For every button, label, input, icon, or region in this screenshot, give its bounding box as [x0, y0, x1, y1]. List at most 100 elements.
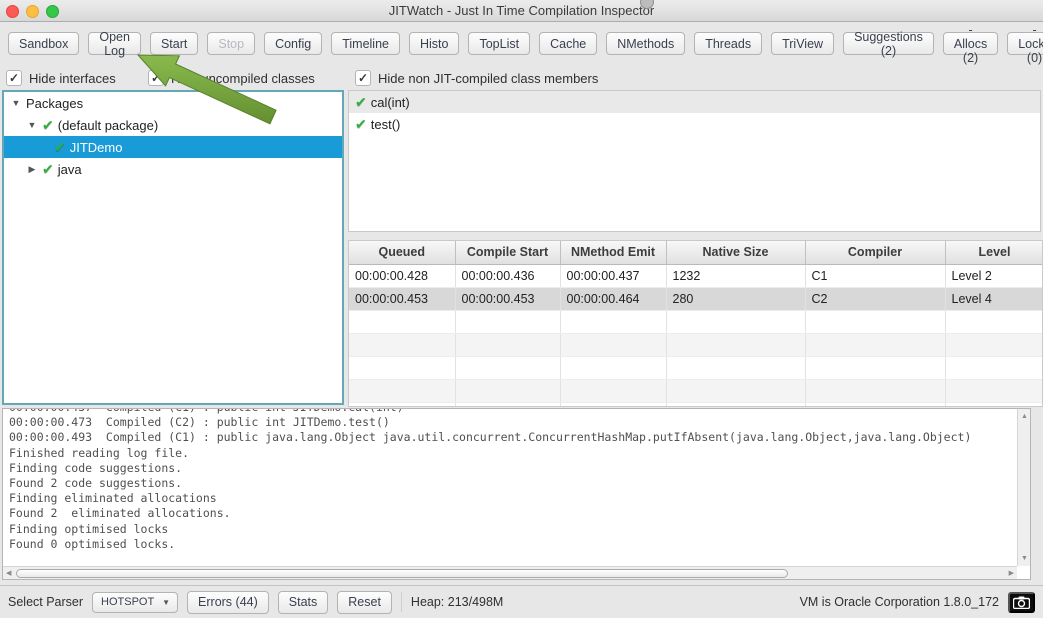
tree-item-label: java — [58, 162, 82, 177]
cell-nmethod-emit: 00:00:00.464 — [560, 287, 666, 310]
column-header-native-size[interactable]: Native Size — [666, 241, 805, 264]
hide-uncompiled-checkbox[interactable]: ✓ Hide uncompiled classes — [148, 69, 315, 87]
parser-selected-value: HOTSPOT — [101, 596, 154, 608]
member-item-test[interactable]: ✔ test() — [349, 113, 1040, 135]
log-line: Finished reading log file. — [9, 446, 1016, 461]
camera-icon — [1013, 596, 1030, 609]
member-item-label: test() — [371, 117, 401, 132]
cell-native-size: 1232 — [666, 264, 805, 287]
stats-button[interactable]: Stats — [278, 591, 329, 614]
parser-select[interactable]: HOTSPOT ▼ — [92, 592, 178, 613]
cell-queued: 00:00:00.453 — [349, 287, 455, 310]
table-row-empty — [349, 402, 1043, 407]
cell-level: Level 4 — [945, 287, 1043, 310]
threads-button[interactable]: Threads — [694, 32, 762, 55]
scroll-up-icon[interactable]: ▲ — [1021, 413, 1028, 420]
timeline-button[interactable]: Timeline — [331, 32, 400, 55]
scroll-down-icon[interactable]: ▼ — [1021, 555, 1028, 562]
log-line: Found 0 optimised locks. — [9, 537, 1016, 552]
column-header-queued[interactable]: Queued — [349, 241, 455, 264]
column-header-nmethod-emit[interactable]: NMethod Emit — [560, 241, 666, 264]
nmethods-button[interactable]: NMethods — [606, 32, 685, 55]
checkbox-tick-icon: ✓ — [355, 70, 371, 86]
hide-non-jit-checkbox[interactable]: ✓ Hide non JIT-compiled class members — [355, 69, 598, 87]
screenshot-button[interactable] — [1008, 592, 1035, 613]
cell-native-size: 280 — [666, 287, 805, 310]
locks-button[interactable]: -Locks (0) — [1007, 32, 1043, 55]
tree-item-label: JITDemo — [70, 140, 123, 155]
tree-item-label: (default package) — [58, 118, 158, 133]
cell-compiler: C2 — [805, 287, 945, 310]
compiled-check-icon: ✔ — [42, 161, 54, 178]
cell-compiler: C1 — [805, 264, 945, 287]
start-button[interactable]: Start — [150, 32, 198, 55]
scrollbar-thumb[interactable] — [16, 569, 788, 578]
cell-level: Level 2 — [945, 264, 1043, 287]
column-header-level[interactable]: Level — [945, 241, 1043, 264]
reset-button[interactable]: Reset — [337, 591, 392, 614]
errors-button[interactable]: Errors (44) — [187, 591, 269, 614]
title-bar: JITWatch - Just In Time Compilation Insp… — [0, 0, 1043, 22]
member-item-cal[interactable]: ✔ cal(int) — [349, 91, 1040, 113]
scroll-right-icon[interactable]: ▶ — [1009, 570, 1014, 577]
allocs-button[interactable]: -Allocs (2) — [943, 32, 998, 55]
log-vertical-scrollbar[interactable]: ▲ ▼ — [1017, 409, 1030, 566]
tree-item-java[interactable]: ▶ ✔ java — [4, 158, 342, 180]
divider — [401, 592, 402, 612]
compiled-check-icon: ✔ — [355, 94, 367, 111]
log-line: Finding optimised locks — [9, 522, 1016, 537]
stop-button: Stop — [207, 32, 255, 55]
member-list-panel: ✔ cal(int) ✔ test() — [348, 90, 1041, 232]
compiled-check-icon: ✔ — [54, 139, 66, 156]
table-row[interactable]: 00:00:00.453 00:00:00.453 00:00:00.464 2… — [349, 287, 1043, 310]
sandbox-button[interactable]: Sandbox — [8, 32, 79, 55]
log-line: Finding eliminated allocations — [9, 491, 1016, 506]
chevron-down-icon[interactable]: ▼ — [10, 98, 22, 108]
tree-item-default-package[interactable]: ▼ ✔ (default package) — [4, 114, 342, 136]
column-header-compiler[interactable]: Compiler — [805, 241, 945, 264]
window-title: JITWatch - Just In Time Compilation Insp… — [0, 3, 1043, 18]
log-line: 00:00:00.493 Compiled (C1) : public java… — [9, 430, 1016, 445]
log-text-area[interactable]: 00:00:00.437 Compiled (C1) : public int … — [2, 408, 1031, 580]
tree-item-jitdemo[interactable]: ✔ JITDemo — [4, 136, 342, 158]
heap-usage: Heap: 213/498M — [411, 595, 503, 609]
log-content: 00:00:00.437 Compiled (C1) : public int … — [9, 409, 1016, 565]
log-line: Finding code suggestions. — [9, 461, 1016, 476]
select-parser-label: Select Parser — [8, 595, 83, 609]
histo-button[interactable]: Histo — [409, 32, 459, 55]
table-header-row: Queued Compile Start NMethod Emit Native… — [349, 241, 1043, 264]
cache-button[interactable]: Cache — [539, 32, 597, 55]
cell-queued: 00:00:00.428 — [349, 264, 455, 287]
cell-nmethod-emit: 00:00:00.437 — [560, 264, 666, 287]
log-horizontal-scrollbar[interactable]: ◀ ▶ — [3, 566, 1017, 579]
chevron-down-icon: ▼ — [162, 598, 170, 607]
log-line: Found 2 code suggestions. — [9, 476, 1016, 491]
member-item-label: cal(int) — [371, 95, 410, 110]
config-button[interactable]: Config — [264, 32, 322, 55]
vm-info: VM is Oracle Corporation 1.8.0_172 — [800, 595, 999, 609]
scroll-left-icon[interactable]: ◀ — [6, 570, 11, 577]
triview-button[interactable]: TriView — [771, 32, 834, 55]
status-bar: Select Parser HOTSPOT ▼ Errors (44) Stat… — [0, 585, 1043, 618]
suggestions-button[interactable]: Suggestions (2) — [843, 32, 934, 55]
table-row-empty — [349, 333, 1043, 356]
toolbar: Sandbox Open Log Start Stop Config Timel… — [8, 32, 1043, 55]
log-line: Found 2 eliminated allocations. — [9, 506, 1016, 521]
hide-uncompiled-label: Hide uncompiled classes — [171, 71, 315, 86]
column-header-compile-start[interactable]: Compile Start — [455, 241, 560, 264]
table-row-empty — [349, 379, 1043, 402]
compilation-table: Queued Compile Start NMethod Emit Native… — [348, 240, 1043, 407]
toplist-button[interactable]: TopList — [468, 32, 530, 55]
table-row[interactable]: 00:00:00.428 00:00:00.436 00:00:00.437 1… — [349, 264, 1043, 287]
table-row-empty — [349, 356, 1043, 379]
chevron-down-icon[interactable]: ▼ — [26, 120, 38, 130]
tree-item-label: Packages — [26, 96, 83, 111]
table-row-empty — [349, 310, 1043, 333]
hide-interfaces-checkbox[interactable]: ✓ Hide interfaces — [6, 69, 116, 87]
compiled-check-icon: ✔ — [42, 117, 54, 134]
tree-item-packages[interactable]: ▼ Packages — [4, 92, 342, 114]
chevron-right-icon[interactable]: ▶ — [26, 164, 38, 175]
hide-non-jit-label: Hide non JIT-compiled class members — [378, 71, 598, 86]
open-log-button[interactable]: Open Log — [88, 32, 141, 55]
checkbox-tick-icon: ✓ — [6, 70, 22, 86]
